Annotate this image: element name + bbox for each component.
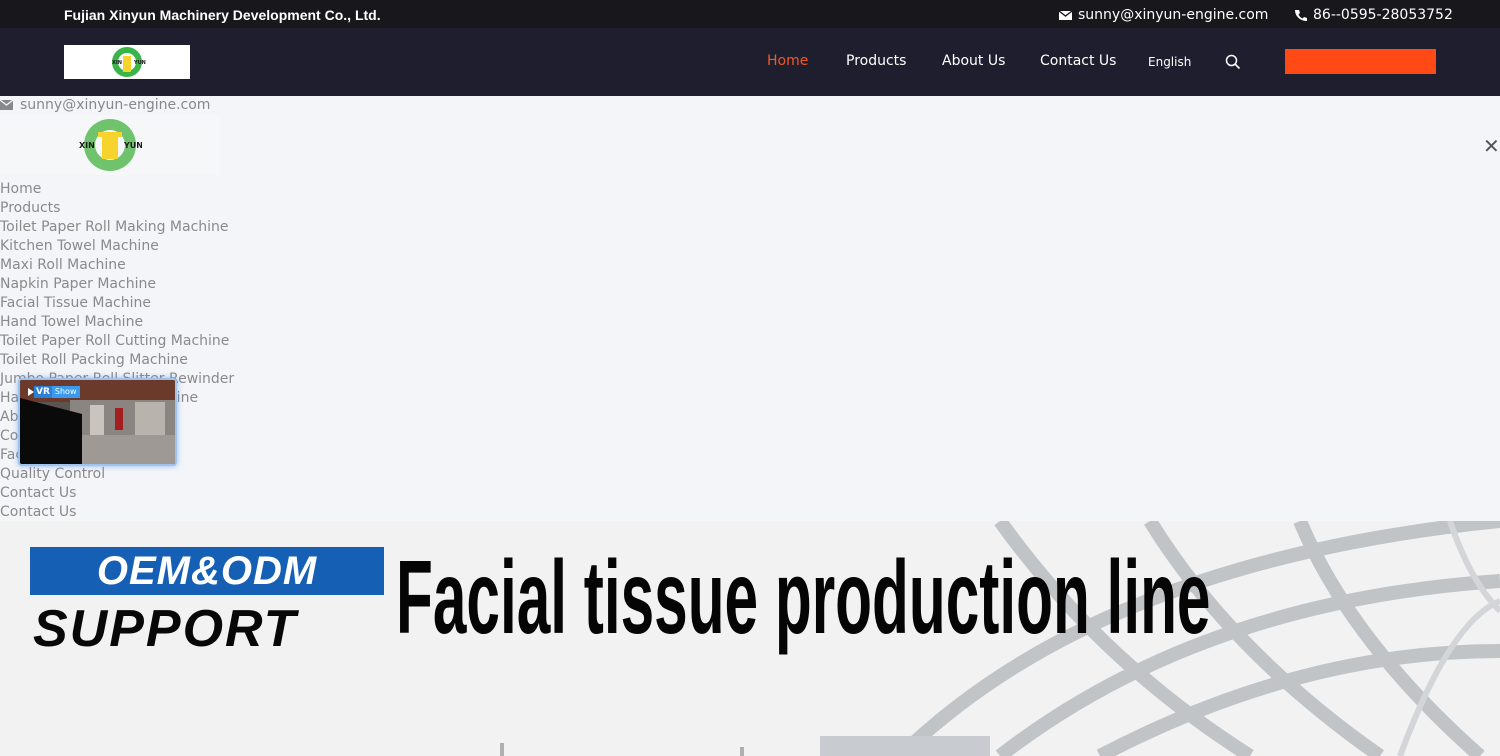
menu-item-contact-us-2[interactable]: Contact Us bbox=[0, 503, 234, 522]
topbar-phone-link[interactable]: 86--0595-28053752 bbox=[1294, 7, 1453, 23]
inquiry-button[interactable] bbox=[1285, 49, 1436, 74]
logo-text-left: XIN bbox=[79, 141, 95, 150]
menu-item-products[interactable]: Products bbox=[0, 199, 234, 218]
topbar-email: sunny@xinyun-engine.com bbox=[1078, 7, 1269, 23]
menu-item-hand-towel[interactable]: Hand Towel Machine bbox=[0, 313, 234, 332]
language-selector[interactable]: English bbox=[1148, 55, 1191, 69]
support-text: SUPPORT bbox=[33, 600, 298, 658]
company-name: Fujian Xinyun Machinery Development Co.,… bbox=[64, 7, 381, 23]
menu-item-toilet-paper-roll-making[interactable]: Toilet Paper Roll Making Machine bbox=[0, 218, 234, 237]
menu-item-facial-tissue[interactable]: Facial Tissue Machine bbox=[0, 294, 234, 313]
topbar-phone: 86--0595-28053752 bbox=[1313, 7, 1453, 23]
hero-banner[interactable]: OEM&ODM SUPPORT Facial tissue production… bbox=[0, 521, 1500, 756]
mobile-menu-list: Home Products Toilet Paper Roll Making M… bbox=[0, 180, 234, 522]
oem-odm-text: OEM&ODM bbox=[96, 548, 318, 593]
logo-text-left: XIN bbox=[112, 60, 122, 66]
menu-item-contact-us[interactable]: Contact Us bbox=[0, 484, 234, 503]
search-icon[interactable] bbox=[1225, 54, 1241, 70]
vr-tour-widget[interactable]: VR Show bbox=[18, 378, 177, 466]
close-icon[interactable]: ✕ bbox=[1483, 136, 1500, 156]
menu-item-roll-cutting[interactable]: Toilet Paper Roll Cutting Machine bbox=[0, 332, 234, 351]
logo-mark: XIN YUN bbox=[79, 119, 142, 171]
oem-odm-badge: OEM&ODM bbox=[30, 547, 384, 595]
vr-show-label: Show bbox=[51, 386, 80, 398]
vr-badge: VR Show bbox=[28, 386, 80, 398]
menu-item-maxi-roll[interactable]: Maxi Roll Machine bbox=[0, 256, 234, 275]
nav-products[interactable]: Products bbox=[846, 53, 906, 69]
menu-item-roll-packing[interactable]: Toilet Roll Packing Machine bbox=[0, 351, 234, 370]
topbar-email-link[interactable]: sunny@xinyun-engine.com bbox=[1059, 7, 1268, 23]
menu-logo[interactable]: XIN YUN bbox=[0, 115, 220, 175]
logo-text-right: YUN bbox=[123, 141, 142, 150]
site-logo[interactable]: XIN YUN bbox=[64, 45, 190, 79]
phone-icon bbox=[1295, 9, 1307, 21]
nav-contact-us[interactable]: Contact Us bbox=[1040, 53, 1116, 69]
nav-home[interactable]: Home bbox=[767, 53, 808, 69]
menu-item-home[interactable]: Home bbox=[0, 180, 234, 199]
logo-text-right: YUN bbox=[133, 60, 146, 66]
menu-email-link[interactable]: sunny@xinyun-engine.com bbox=[0, 97, 210, 113]
mail-icon bbox=[0, 99, 13, 110]
main-nav: XIN YUN Home Products About Us Contact U… bbox=[0, 28, 1500, 96]
mail-icon bbox=[1059, 9, 1072, 20]
top-bar: Fujian Xinyun Machinery Development Co.,… bbox=[0, 0, 1500, 28]
menu-item-quality-control[interactable]: Quality Control bbox=[0, 465, 234, 484]
menu-item-napkin-paper[interactable]: Napkin Paper Machine bbox=[0, 275, 234, 294]
logo-mark: XIN YUN bbox=[112, 47, 146, 77]
nav-about-us[interactable]: About Us bbox=[942, 53, 1005, 69]
banner-headline: Facial tissue production line bbox=[396, 540, 1211, 656]
vr-label: VR bbox=[34, 386, 52, 398]
menu-item-kitchen-towel[interactable]: Kitchen Towel Machine bbox=[0, 237, 234, 256]
menu-email: sunny@xinyun-engine.com bbox=[20, 97, 211, 113]
